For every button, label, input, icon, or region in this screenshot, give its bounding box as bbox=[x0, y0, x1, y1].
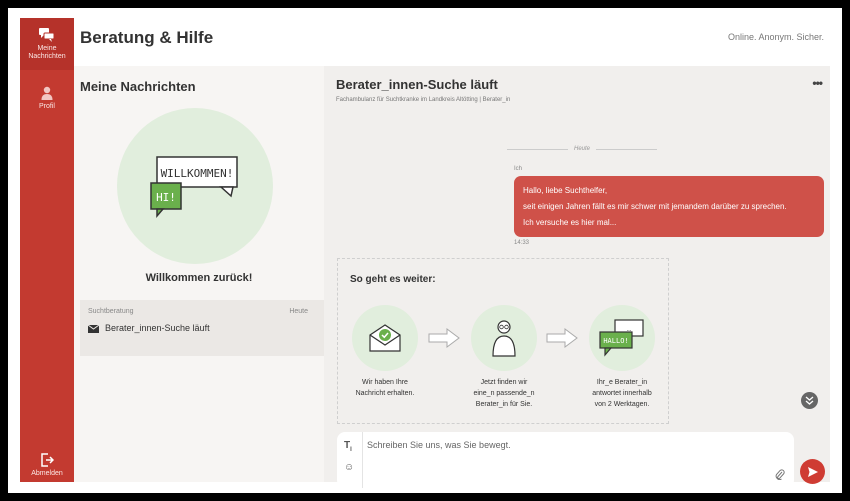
step-text: von 2 Werktagen. bbox=[594, 401, 650, 408]
tagline: Online. Anonym. Sicher. bbox=[727, 32, 824, 42]
next-step-1: Wir haben Ihre Nachricht erhalten. bbox=[340, 305, 430, 399]
envelope-check-icon bbox=[369, 324, 401, 352]
next-steps-box: So geht es weiter: Wir haben Ihre Nachri… bbox=[337, 258, 669, 424]
chat-title: Berater_innen-Suche läuft bbox=[336, 77, 498, 92]
logout-label: Abmelden bbox=[31, 470, 63, 477]
hallo-bubble-icon: ... HALLO! bbox=[599, 319, 644, 357]
step-text: eine_n passende_n bbox=[473, 390, 535, 397]
step-text: Jetzt finden wir bbox=[480, 379, 528, 386]
date-separator-label: Heute bbox=[574, 146, 591, 152]
chat-bubbles-icon bbox=[39, 28, 55, 42]
step-description: Ihr_e Berater_in antwortet innerhalb von… bbox=[577, 377, 667, 410]
sessions-panel: Meine Nachrichten WILLKOMMEN! HI! Willko… bbox=[74, 66, 324, 482]
step-text: Nachricht erhalten. bbox=[355, 390, 415, 397]
sidebar-item-label: Meine Nachrichten bbox=[28, 45, 66, 60]
send-icon bbox=[807, 466, 818, 477]
sidebar-item-label: Profil bbox=[39, 103, 55, 110]
step-illustration bbox=[352, 305, 418, 371]
step-text: antwortet innerhalb bbox=[592, 390, 652, 397]
paperclip-icon[interactable] bbox=[775, 469, 785, 480]
step-text: Berater_in für Sie. bbox=[475, 401, 533, 408]
more-dots-icon: ••• bbox=[812, 76, 823, 90]
step-illustration: ... HALLO! bbox=[589, 305, 655, 371]
welcome-speech-bubbles-icon: WILLKOMMEN! HI! bbox=[150, 156, 238, 219]
session-status: Berater_innen-Suche läuft bbox=[105, 323, 210, 333]
logout-icon bbox=[41, 453, 54, 467]
envelope-icon bbox=[88, 324, 99, 333]
step-text: Wir haben Ihre bbox=[362, 379, 408, 386]
message-line: Hallo, liebe Suchthelfer, bbox=[523, 186, 608, 195]
more-options-button[interactable]: ••• bbox=[812, 76, 823, 90]
logout-button[interactable]: Abmelden bbox=[20, 453, 74, 478]
message-time: 14:33 bbox=[514, 240, 530, 246]
sidebar-item-profile[interactable]: Profil bbox=[20, 86, 74, 111]
step-description: Jetzt finden wir eine_n passende_n Berat… bbox=[459, 377, 549, 410]
arrow-right-icon bbox=[428, 328, 460, 348]
session-status-row: Berater_innen-Suche läuft bbox=[88, 323, 210, 333]
composer-tools: TI ☺ bbox=[337, 432, 363, 488]
message-bubble: Hallo, liebe Suchthelfer, seit einigen J… bbox=[514, 176, 824, 237]
sidebar-item-messages[interactable]: Meine Nachrichten bbox=[20, 18, 74, 70]
divider bbox=[596, 148, 658, 150]
date-separator: Heute bbox=[507, 146, 658, 152]
app-title: Beratung & Hilfe bbox=[80, 28, 214, 47]
text-format-icon[interactable]: TI bbox=[344, 440, 352, 453]
step-text: Ihr_e Berater_in bbox=[596, 379, 648, 386]
welcome-illustration: WILLKOMMEN! HI! bbox=[117, 108, 273, 264]
next-step-3: ... HALLO! Ihr_e Berater_in antwortet in… bbox=[577, 305, 667, 410]
step-description: Wir haben Ihre Nachricht erhalten. bbox=[340, 377, 430, 399]
emoji-icon[interactable]: ☺ bbox=[344, 462, 354, 473]
message-composer: TI ☺ bbox=[337, 432, 794, 488]
send-button[interactable] bbox=[800, 459, 825, 484]
counselor-icon bbox=[492, 320, 516, 357]
sidebar: Meine Nachrichten Profil Abmelden bbox=[20, 18, 74, 482]
message-line: Ich versuche es hier mal... bbox=[523, 218, 617, 227]
message-sender: Ich bbox=[514, 166, 523, 172]
next-steps-title: So geht es weiter: bbox=[350, 274, 436, 285]
hallo-bubble-text: HALLO! bbox=[603, 337, 628, 345]
session-type: Suchtberatung bbox=[88, 308, 134, 315]
step-illustration bbox=[471, 305, 537, 371]
user-icon bbox=[41, 86, 53, 100]
scroll-to-bottom-button[interactable] bbox=[801, 392, 818, 409]
sessions-title: Meine Nachrichten bbox=[80, 79, 196, 94]
message-input[interactable] bbox=[367, 440, 767, 450]
welcome-text: Willkommen zurück! bbox=[145, 272, 253, 284]
double-chevron-down-icon bbox=[805, 396, 814, 405]
app-window: Meine Nachrichten Profil Abmelden Beratu… bbox=[8, 8, 842, 493]
chat-panel: Berater_innen-Suche läuft Fachambulanz f… bbox=[324, 66, 830, 488]
arrow-right-icon bbox=[546, 328, 578, 348]
session-list-item[interactable]: Suchtberatung Heute Berater_innen-Suche … bbox=[80, 300, 324, 356]
hi-bubble-text: HI! bbox=[156, 191, 176, 204]
welcome-bubble-text: WILLKOMMEN! bbox=[161, 167, 234, 180]
divider bbox=[507, 148, 568, 150]
message-line: seit einigen Jahren fällt es mir schwer … bbox=[523, 202, 787, 211]
chat-subtitle: Fachambulanz für Suchtkranke im Landkrei… bbox=[336, 97, 511, 103]
next-step-2: Jetzt finden wir eine_n passende_n Berat… bbox=[459, 305, 549, 410]
session-date: Heute bbox=[289, 308, 308, 315]
